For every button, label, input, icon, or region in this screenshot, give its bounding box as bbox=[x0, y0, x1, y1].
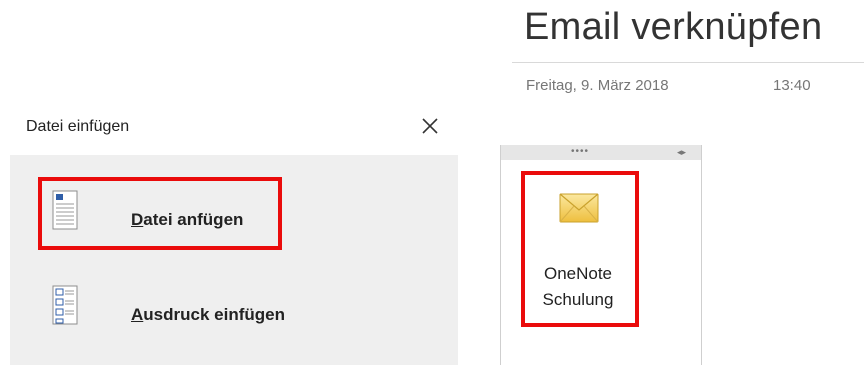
insert-printout-label: Ausdruck einfügen bbox=[131, 305, 285, 325]
resize-handle-icon[interactable]: ◂▸ bbox=[677, 145, 686, 159]
drag-handle-icon[interactable]: •••• bbox=[571, 145, 589, 159]
note-container[interactable]: •••• ◂▸ OneNote Schulung bbox=[500, 145, 702, 365]
title-divider bbox=[512, 62, 864, 63]
attach-file-label: Datei anfügen bbox=[131, 210, 243, 230]
container-title-bar[interactable]: •••• ◂▸ bbox=[501, 145, 701, 160]
attach-file-accesskey: D bbox=[131, 210, 144, 229]
document-icon bbox=[52, 190, 78, 230]
attached-file-name-line1: OneNote bbox=[543, 264, 613, 283]
attach-file-option[interactable]: Datei anfügen bbox=[10, 160, 458, 252]
insert-printout-option[interactable]: Ausdruck einfügen bbox=[10, 265, 458, 357]
insert-printout-label-text: usdruck einfügen bbox=[143, 305, 285, 324]
dialog-title: Datei einfügen bbox=[26, 118, 130, 135]
insert-printout-accesskey: A bbox=[131, 305, 144, 324]
attached-file-item[interactable]: OneNote Schulung bbox=[519, 171, 637, 327]
note-title[interactable]: Email verknüpfen bbox=[524, 6, 822, 49]
close-button[interactable] bbox=[417, 113, 443, 139]
close-icon bbox=[422, 118, 438, 134]
attach-file-label-text: atei anfügen bbox=[143, 210, 244, 229]
screenshot-root: Email verknüpfen Freitag, 9. März 2018 1… bbox=[0, 0, 864, 365]
attached-file-name: OneNote Schulung bbox=[519, 261, 637, 313]
note-date: Freitag, 9. März 2018 bbox=[526, 77, 669, 94]
envelope-icon bbox=[559, 193, 599, 223]
attached-file-name-line2: Schulung bbox=[542, 290, 614, 309]
insert-options-panel: Datei anfügen Ausdruck einfügen bbox=[10, 155, 458, 365]
printout-icon bbox=[52, 285, 78, 325]
note-time: 13:40 bbox=[773, 77, 811, 94]
